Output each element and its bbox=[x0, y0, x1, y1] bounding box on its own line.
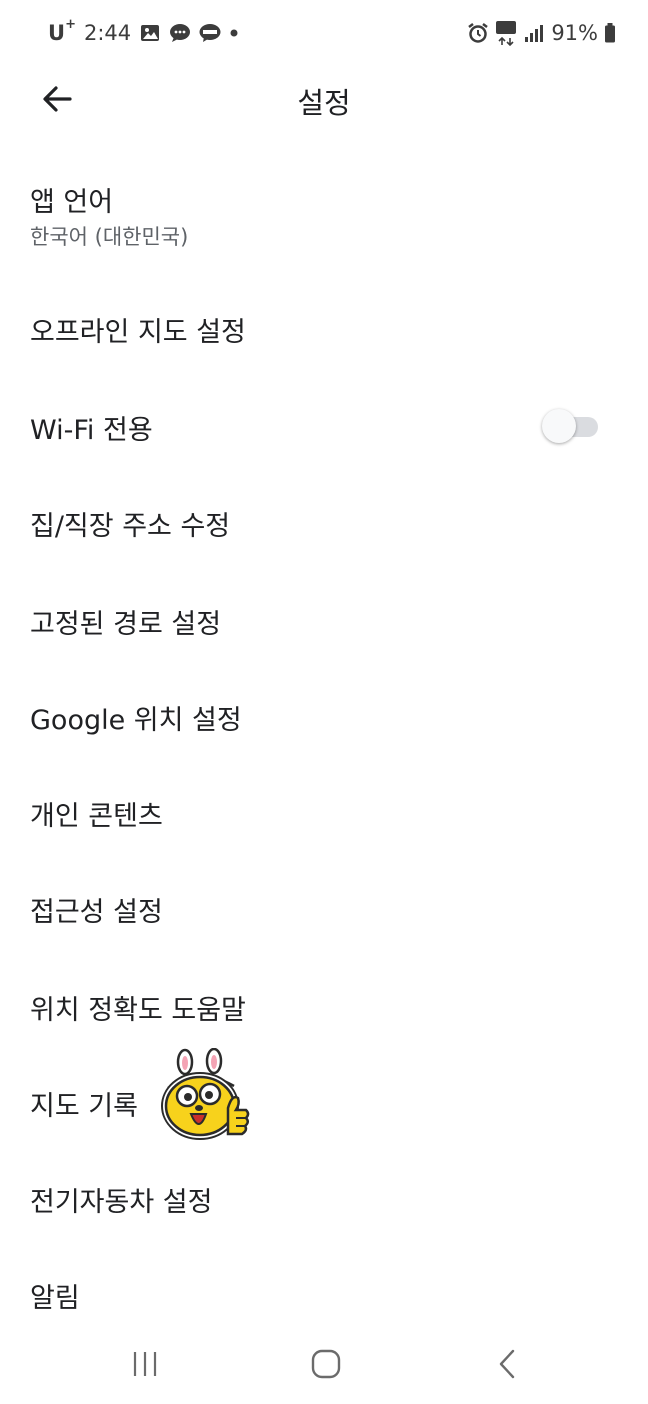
setting-google-location[interactable]: Google 위치 설정 bbox=[0, 668, 648, 764]
setting-location-accuracy-help[interactable]: 위치 정확도 도움말 bbox=[0, 958, 648, 1054]
setting-ev-settings[interactable]: 전기자동차 설정 bbox=[0, 1150, 648, 1246]
talk-icon bbox=[199, 24, 221, 42]
status-bar: U+ 2:44 91% bbox=[0, 0, 648, 66]
setting-label: 알림 bbox=[30, 1283, 80, 1314]
setting-maps-history[interactable]: 지도 기록 bbox=[0, 1054, 648, 1150]
setting-label: Google 위치 설정 bbox=[30, 705, 242, 736]
battery-level: 91% bbox=[551, 21, 598, 45]
dot-icon bbox=[230, 29, 238, 37]
setting-label: 개인 콘텐츠 bbox=[30, 801, 163, 832]
setting-offline-maps[interactable]: 오프라인 지도 설정 bbox=[0, 280, 648, 376]
setting-label: 접근성 설정 bbox=[30, 897, 163, 928]
setting-label: 오프라인 지도 설정 bbox=[30, 317, 246, 348]
home-button[interactable] bbox=[296, 1342, 356, 1386]
recent-apps-button[interactable] bbox=[115, 1342, 175, 1386]
carrier-sup: + bbox=[65, 17, 76, 32]
clock: 2:44 bbox=[83, 21, 132, 45]
system-nav-bar bbox=[0, 1326, 648, 1404]
recent-apps-icon bbox=[133, 1352, 157, 1376]
home-icon bbox=[311, 1349, 341, 1379]
battery-icon bbox=[605, 23, 615, 43]
status-bar-left: U+ 2:44 bbox=[48, 17, 239, 48]
setting-personal-content[interactable]: 개인 콘텐츠 bbox=[0, 764, 648, 860]
toggle-knob bbox=[542, 409, 576, 443]
setting-app-language[interactable]: 앱 언어 한국어 (대한민국) bbox=[0, 164, 648, 276]
alarm-icon bbox=[468, 23, 489, 43]
back-nav-icon bbox=[499, 1349, 515, 1379]
setting-home-work-address[interactable]: 집/직장 주소 수정 bbox=[0, 474, 648, 570]
setting-label: 집/직장 주소 수정 bbox=[30, 511, 231, 542]
character-sticker-icon bbox=[161, 1048, 250, 1140]
setting-accessibility[interactable]: 접근성 설정 bbox=[0, 860, 648, 956]
wifi-only-toggle[interactable] bbox=[540, 409, 600, 443]
setting-label: 앱 언어 bbox=[30, 187, 114, 218]
system-back-button[interactable] bbox=[478, 1342, 538, 1386]
carrier-name: U bbox=[48, 21, 66, 45]
app-header: 설정 bbox=[0, 66, 648, 132]
chat-icon bbox=[170, 24, 191, 42]
signal-icon bbox=[525, 25, 544, 42]
setting-label: 전기자동차 설정 bbox=[30, 1187, 213, 1218]
setting-sub: 한국어 (대한민국) bbox=[30, 225, 189, 249]
network-icon bbox=[496, 21, 517, 46]
setting-notifications[interactable]: 알림 bbox=[0, 1246, 648, 1326]
setting-label: 지도 기록 bbox=[30, 1091, 138, 1122]
setting-label: 위치 정확도 도움말 bbox=[30, 995, 246, 1026]
status-bar-right: 91% bbox=[467, 18, 616, 48]
setting-label: 고정된 경로 설정 bbox=[30, 609, 222, 640]
setting-label: Wi-Fi 전용 bbox=[30, 415, 153, 446]
page-title: 설정 bbox=[297, 86, 351, 120]
setting-pinned-routes[interactable]: 고정된 경로 설정 bbox=[0, 572, 648, 668]
image-icon bbox=[141, 25, 160, 41]
setting-wifi-only[interactable]: Wi-Fi 전용 bbox=[0, 378, 648, 474]
carrier-label: U+ bbox=[48, 17, 76, 45]
